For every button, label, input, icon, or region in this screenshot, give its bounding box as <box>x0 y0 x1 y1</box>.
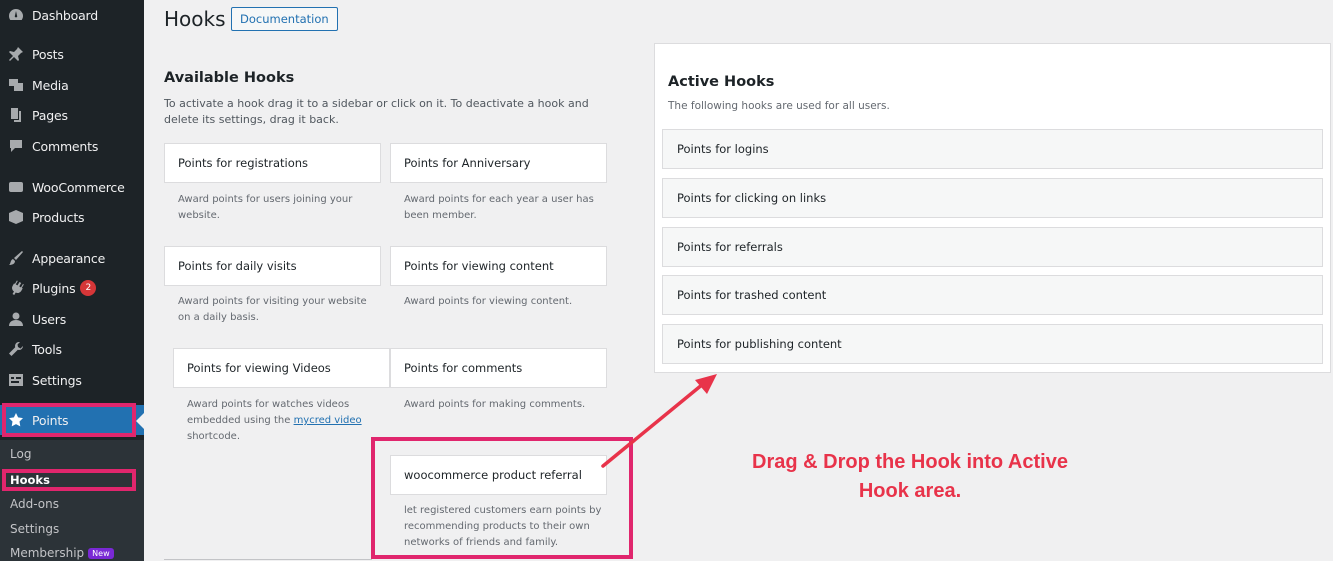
active-hooks-title: Active Hooks <box>668 74 775 90</box>
sidebar-item-media[interactable]: Media <box>0 70 144 100</box>
available-hooks-description: To activate a hook drag it to a sidebar … <box>164 97 589 126</box>
sidebar-item-users[interactable]: Users <box>0 304 144 334</box>
divider <box>164 559 372 560</box>
sidebar-item-label: Settings <box>32 372 82 388</box>
hook-viewing-videos[interactable]: Points for viewing Videos <box>173 348 390 388</box>
highlight-box-points <box>2 403 136 437</box>
submenu-item-log[interactable]: Log <box>10 447 31 461</box>
points-submenu: Log Hooks Add-ons Settings Membership New <box>0 440 144 561</box>
plug-icon <box>7 280 25 296</box>
box-icon <box>7 209 25 225</box>
hook-daily-visits-desc: Award points for visiting your website o… <box>178 296 367 323</box>
dashboard-icon <box>7 7 25 23</box>
active-hook-logins[interactable]: Points for logins <box>662 129 1323 169</box>
documentation-button[interactable]: Documentation <box>231 7 338 31</box>
update-count-badge: 2 <box>80 280 97 296</box>
sidebar-item-label: Comments <box>32 138 99 154</box>
highlight-box-woocommerce-hook <box>371 437 633 559</box>
sidebar-item-label: Media <box>32 77 69 93</box>
hook-anniversary[interactable]: Points for Anniversary <box>390 143 607 183</box>
submenu-item-membership[interactable]: Membership New <box>10 546 114 560</box>
sidebar-item-label: Plugins <box>32 280 76 296</box>
submenu-item-settings[interactable]: Settings <box>10 522 59 536</box>
sidebar-item-appearance[interactable]: Appearance <box>0 243 144 273</box>
sidebar-item-products[interactable]: Products <box>0 202 144 232</box>
hook-registrations[interactable]: Points for registrations <box>164 143 381 183</box>
sidebar-item-label: Posts <box>32 46 64 62</box>
highlight-box-hooks <box>2 469 136 491</box>
sidebar-item-label: Tools <box>32 341 62 357</box>
annotation-line-2: Hook area. <box>858 480 962 502</box>
hook-comments-desc: Award points for making comments. <box>404 399 586 410</box>
sidebar-item-label: Users <box>32 311 67 327</box>
active-hook-publishing-content[interactable]: Points for publishing content <box>662 324 1323 364</box>
mycred-video-link[interactable]: mycred video <box>294 415 362 426</box>
hook-viewing-content-desc: Award points for viewing content. <box>404 296 573 307</box>
hook-viewing-videos-desc: Award points for watches videos embedded… <box>187 399 362 442</box>
woo-icon <box>7 179 25 195</box>
submenu-item-addons[interactable]: Add-ons <box>10 497 59 511</box>
pin-icon <box>7 46 25 62</box>
sidebar-item-label: Pages <box>32 107 68 123</box>
new-badge: New <box>88 548 114 559</box>
sidebar-item-tools[interactable]: Tools <box>0 334 144 364</box>
hook-daily-visits[interactable]: Points for daily visits <box>164 246 381 286</box>
settings-icon <box>7 372 25 388</box>
media-icon <box>7 77 25 93</box>
sidebar-item-label: Products <box>32 209 85 225</box>
active-hook-clicking-links[interactable]: Points for clicking on links <box>662 178 1323 218</box>
active-hook-referrals[interactable]: Points for referrals <box>662 227 1323 267</box>
sidebar-item-woocommerce[interactable]: WooCommerce <box>0 172 144 202</box>
comment-icon <box>7 138 25 154</box>
page-title: Hooks <box>164 7 226 31</box>
hook-viewing-content[interactable]: Points for viewing content <box>390 246 607 286</box>
sidebar-item-pages[interactable]: Pages <box>0 100 144 130</box>
wrench-icon <box>7 341 25 357</box>
sidebar-item-label: WooCommerce <box>32 179 125 195</box>
user-icon <box>7 311 25 327</box>
sidebar-item-label: Appearance <box>32 250 106 266</box>
pages-icon <box>7 107 25 123</box>
submenu-item-label: Membership <box>10 546 85 560</box>
annotation-text: Drag & Drop the Hook into Active Hook ar… <box>690 448 1130 506</box>
hook-registrations-desc: Award points for users joining your webs… <box>178 194 353 221</box>
sidebar-item-plugins[interactable]: Plugins 2 <box>0 273 144 303</box>
sidebar-item-comments[interactable]: Comments <box>0 131 144 161</box>
sidebar-item-dashboard[interactable]: Dashboard <box>0 0 144 30</box>
available-hooks-title: Available Hooks <box>164 70 295 86</box>
active-hook-trashed-content[interactable]: Points for trashed content <box>662 275 1323 315</box>
active-hooks-description: The following hooks are used for all use… <box>668 100 890 112</box>
hook-comments[interactable]: Points for comments <box>390 348 607 388</box>
sidebar-item-settings[interactable]: Settings <box>0 365 144 395</box>
annotation-line-1: Drag & Drop the Hook into Active <box>752 451 1068 473</box>
sidebar-item-posts[interactable]: Posts <box>0 39 144 69</box>
sidebar-item-label: Dashboard <box>32 7 99 23</box>
brush-icon <box>7 250 25 266</box>
hook-anniversary-desc: Award points for each year a user has be… <box>404 194 594 221</box>
